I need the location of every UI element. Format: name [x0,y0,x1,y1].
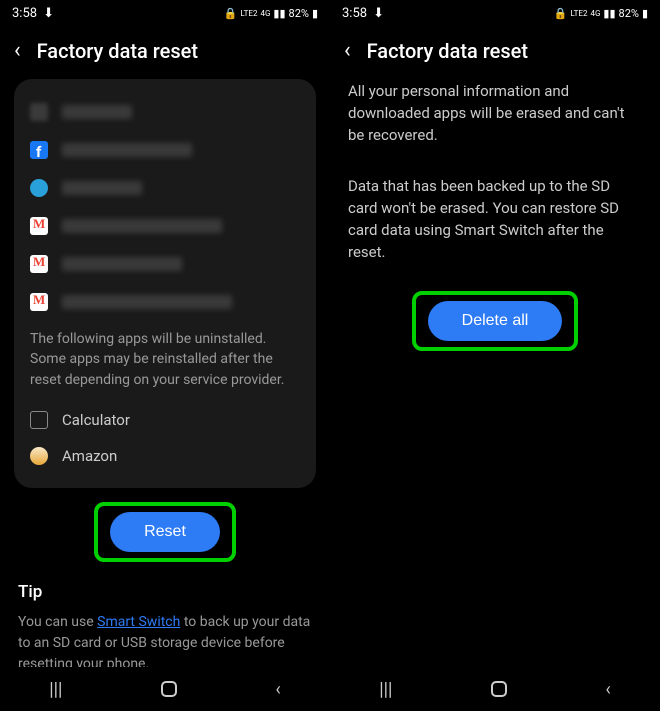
page-title: Factory data reset [37,39,198,63]
tip-text: You can use Smart Switch to back up your… [18,612,312,667]
warning-text-2: Data that has been backed up to the SD c… [344,170,646,269]
lock-icon: 🔒 [554,7,568,20]
page-title: Factory data reset [367,39,528,63]
amazon-icon [30,447,48,465]
status-bar: 3:58 ⬇ 🔒 LTE2 4G ▮▮ 82% ▮ [330,0,660,26]
highlight-box: Delete all [412,291,579,351]
nav-home-icon[interactable] [161,681,177,697]
battery-icon: ▮ [642,7,648,20]
signal-icon: ▮▮ [603,7,615,20]
warning-text-1: All your personal information and downlo… [344,75,646,152]
nav-home-icon[interactable] [491,681,507,697]
download-icon: ⬇ [373,6,384,21]
volte-icon: LTE2 [240,9,257,18]
signal-4g: 4G [260,9,270,18]
download-icon: ⬇ [43,6,54,21]
lock-icon: 🔒 [224,7,238,20]
app-label: Calculator [62,411,130,429]
calculator-icon [30,411,48,429]
tip-title: Tip [18,582,312,602]
nav-bar: ||| ‹ [0,667,330,711]
account-row [26,207,304,245]
nav-back-icon[interactable]: ‹ [275,679,280,700]
accounts-card: The following apps will be uninstalled. … [14,79,316,488]
nav-recent-icon[interactable]: ||| [49,679,62,700]
telegram-icon [30,179,48,197]
back-icon[interactable]: ‹ [14,38,21,63]
gmail-icon [30,293,48,311]
app-row: Calculator [26,402,304,438]
reset-button[interactable]: Reset [110,512,220,552]
phone-right: 3:58 ⬇ 🔒 LTE2 4G ▮▮ 82% ▮ ‹ Factory data… [330,0,660,711]
status-time: 3:58 [342,6,367,21]
status-time: 3:58 [12,6,37,21]
volte-icon: LTE2 [570,9,587,18]
battery-pct: 82% [619,7,639,20]
account-row [26,131,304,169]
nav-bar: ||| ‹ [330,667,660,711]
app-label: Amazon [62,447,117,465]
header: ‹ Factory data reset [330,26,660,75]
back-icon[interactable]: ‹ [344,38,351,63]
phone-left: 3:58 ⬇ 🔒 LTE2 4G ▮▮ 82% ▮ ‹ Factory data… [0,0,330,711]
smart-switch-link[interactable]: Smart Switch [97,614,180,630]
nav-back-icon[interactable]: ‹ [605,679,610,700]
delete-all-button[interactable]: Delete all [428,301,563,341]
highlight-box: Reset [94,502,236,562]
battery-pct: 82% [289,7,309,20]
account-row [26,283,304,321]
battery-icon: ▮ [312,7,318,20]
tip-section: Tip You can use Smart Switch to back up … [14,562,316,667]
app-row: Amazon [26,438,304,474]
facebook-icon [30,141,48,159]
status-bar: 3:58 ⬇ 🔒 LTE2 4G ▮▮ 82% ▮ [0,0,330,26]
signal-4g: 4G [590,9,600,18]
account-row [26,93,304,131]
account-row [26,245,304,283]
uninstall-warning: The following apps will be uninstalled. … [26,321,304,402]
signal-icon: ▮▮ [273,7,285,20]
gmail-icon [30,217,48,235]
nav-recent-icon[interactable]: ||| [379,679,392,700]
header: ‹ Factory data reset [0,26,330,75]
gmail-icon [30,255,48,273]
account-row [26,169,304,207]
